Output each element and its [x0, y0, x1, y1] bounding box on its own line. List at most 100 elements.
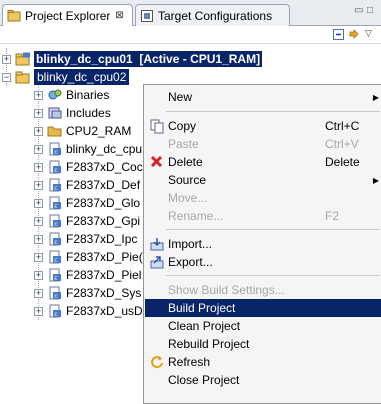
svg-text:c: c	[54, 167, 57, 174]
menu-item-import[interactable]: Import...	[145, 235, 381, 253]
c-file-icon: c	[47, 304, 63, 318]
tree-item-label: F2837xD_Pie(	[66, 250, 143, 264]
expand-icon[interactable]: +	[34, 180, 43, 190]
tree-item-label: F2837xD_Sys	[66, 286, 142, 300]
menu-item-paste[interactable]: Paste Ctrl+V	[145, 135, 381, 153]
expand-icon[interactable]: +	[34, 234, 43, 244]
c-file-icon: c	[47, 160, 63, 174]
tab-target-configurations[interactable]: Target Configurations	[135, 4, 290, 26]
menu-item-label: Clean Project	[168, 319, 241, 333]
c-file-icon: c	[47, 250, 63, 264]
target-config-icon	[140, 9, 154, 23]
tree-item-source-file[interactable]: + c F2837xD_usD	[34, 302, 143, 320]
selected-project-label[interactable]: blinky_dc_cpu02	[34, 69, 130, 85]
project-explorer-icon	[7, 9, 21, 23]
expand-icon[interactable]: +	[34, 162, 43, 172]
folder-icon	[47, 124, 63, 138]
menu-item-refresh[interactable]: Refresh	[145, 353, 381, 371]
c-file-icon: c	[47, 142, 63, 156]
submenu-arrow-icon: ▶	[372, 175, 379, 185]
context-menu: New ▶ Copy Ctrl+C Paste Ctrl+V Delete De…	[143, 84, 381, 404]
menu-item-label: Show Build Settings...	[168, 283, 285, 297]
minimize-icon[interactable]: ▭	[354, 5, 363, 16]
menu-item-label: Move...	[168, 191, 208, 205]
tree-item-label: F2837xD_Ipc	[66, 232, 138, 246]
c-file-icon: c	[47, 268, 63, 282]
maximize-icon[interactable]: □	[367, 5, 373, 16]
menu-item-rename[interactable]: Rename... F2	[145, 207, 381, 225]
menu-item-rebuild-project[interactable]: Rebuild Project	[145, 335, 381, 353]
expand-icon[interactable]: +	[34, 306, 43, 316]
menu-shortcut: Ctrl+C	[325, 119, 360, 133]
tree-item-cpu2-ram[interactable]: + CPU2_RAM	[34, 122, 131, 140]
tree-item-binaries[interactable]: + Binaries	[34, 86, 109, 104]
project-icon	[15, 70, 31, 84]
svg-text:c: c	[54, 275, 57, 282]
c-file-icon: c	[47, 214, 63, 228]
menu-item-build-project[interactable]: Build Project	[145, 299, 381, 317]
copy-icon	[149, 118, 165, 134]
menu-item-label: Export...	[168, 255, 213, 269]
menu-item-copy[interactable]: Copy Ctrl+C	[145, 117, 381, 135]
tree-item-source-file[interactable]: + c F2837xD_Ipc	[34, 230, 137, 248]
active-project-label[interactable]: blinky_dc_cpu01 [Active - CPU1_RAM]	[34, 51, 263, 67]
expand-icon[interactable]: +	[34, 90, 43, 100]
tree-item-label: Binaries	[66, 88, 110, 102]
expand-icon[interactable]: +	[34, 108, 43, 118]
menu-item-delete[interactable]: Delete Delete	[145, 153, 381, 171]
collapse-all-icon[interactable]	[332, 28, 345, 41]
tree-item-source-file[interactable]: + c F2837xD_Pie(	[34, 248, 143, 266]
expand-icon[interactable]: +	[34, 288, 43, 298]
close-icon[interactable]: ⊠	[115, 10, 123, 21]
svg-text:c: c	[54, 311, 57, 318]
expand-icon[interactable]: +	[34, 198, 43, 208]
menu-shortcut: Delete	[325, 155, 360, 169]
expand-icon[interactable]: +	[2, 54, 11, 64]
tree-item-source-file[interactable]: + c F2837xD_Sys	[34, 284, 141, 302]
tree-item-label: F2837xD_Piel	[66, 268, 142, 282]
menu-shortcut: Ctrl+V	[325, 137, 359, 151]
menu-item-clean-project[interactable]: Clean Project	[145, 317, 381, 335]
menu-item-show-build-settings[interactable]: Show Build Settings...	[145, 281, 381, 299]
tree-item-source-file[interactable]: + c F2837xD_Def	[34, 176, 140, 194]
view-tab-bar: Project Explorer ⊠ Target Configurations…	[0, 0, 381, 26]
menu-item-label: Delete	[168, 155, 203, 169]
refresh-icon	[149, 354, 165, 370]
menu-item-source[interactable]: Source ▶	[145, 171, 381, 189]
menu-item-export[interactable]: Export...	[145, 253, 381, 271]
tree-item-source-file[interactable]: + c F2837xD_Glo	[34, 194, 140, 212]
svg-text:c: c	[54, 203, 57, 210]
tree-project-blinky-dc-cpu02[interactable]: − blinky_dc_cpu02	[2, 68, 130, 86]
binaries-icon	[47, 88, 63, 102]
tree-item-source-file[interactable]: + c F2837xD_Coc	[34, 158, 143, 176]
project-icon	[15, 52, 31, 66]
tree-item-label: F2837xD_Gpi	[66, 214, 141, 228]
tree-item-label: blinky_dc_cpu	[66, 142, 143, 156]
expand-icon[interactable]: +	[34, 144, 43, 154]
tree-item-includes[interactable]: + Includes	[34, 104, 111, 122]
svg-text:c: c	[54, 257, 57, 264]
expand-icon[interactable]: +	[34, 216, 43, 226]
menu-item-label: Paste	[168, 137, 199, 151]
tree-item-source-file[interactable]: + c F2837xD_Piel	[34, 266, 141, 284]
import-icon	[149, 236, 165, 252]
expand-icon[interactable]: +	[34, 126, 43, 136]
expand-icon[interactable]: +	[34, 270, 43, 280]
tree-project-blinky-dc-cpu01[interactable]: + blinky_dc_cpu01 [Active - CPU1_RAM]	[2, 50, 263, 68]
expand-icon[interactable]: +	[34, 252, 43, 262]
view-menu-icon[interactable]: ▽	[365, 28, 378, 41]
tree-item-source-file[interactable]: + c F2837xD_Gpi	[34, 212, 140, 230]
collapse-icon[interactable]: −	[2, 72, 11, 82]
tree-item-source-file[interactable]: + c blinky_dc_cpu	[34, 140, 142, 158]
includes-icon	[47, 106, 63, 120]
tree-item-label: CPU2_RAM	[66, 124, 132, 138]
menu-item-label: Build Project	[168, 301, 236, 315]
link-with-editor-icon[interactable]	[348, 28, 361, 41]
menu-item-new[interactable]: New ▶	[145, 88, 381, 106]
menu-item-close-project[interactable]: Close Project	[145, 371, 381, 389]
menu-item-label: Rename...	[168, 209, 224, 223]
submenu-arrow-icon: ▶	[372, 92, 379, 102]
menu-separator	[166, 229, 380, 230]
menu-item-move[interactable]: Move...	[145, 189, 381, 207]
tab-project-explorer[interactable]: Project Explorer ⊠	[2, 4, 133, 26]
